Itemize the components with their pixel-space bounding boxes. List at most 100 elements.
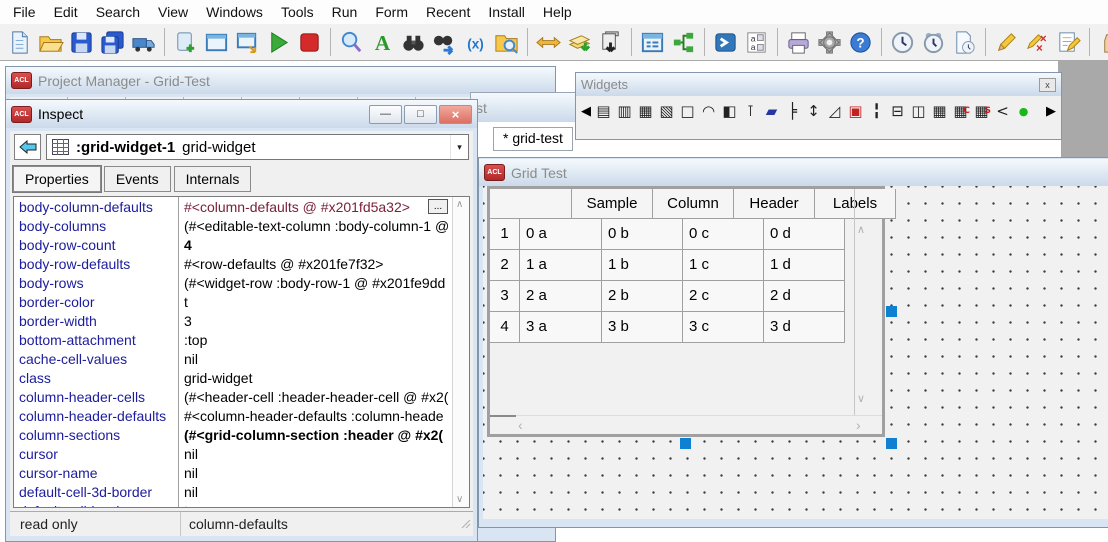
widgets-scroll-left-icon[interactable]: ◀ [580, 103, 592, 119]
grid-table-icon[interactable]: ▦ [930, 102, 949, 121]
grid-hscroll-thumb[interactable] [490, 415, 516, 417]
save-button[interactable] [67, 27, 96, 58]
grid-cell-labels[interactable]: 1 d [764, 250, 845, 281]
toggle-dot-icon[interactable]: ● [1014, 102, 1033, 121]
property-row[interactable]: bottom-attachment :top [14, 330, 469, 349]
grid-table-c-icon[interactable]: ▦C [951, 102, 970, 121]
property-row[interactable]: default-cell-borders t [14, 501, 469, 508]
console-button[interactable] [711, 27, 740, 58]
comparator-icon[interactable]: < [993, 102, 1012, 121]
new-form-button[interactable] [171, 27, 200, 58]
back-arrow-button[interactable] [14, 134, 41, 160]
menu-item[interactable]: Tools [272, 1, 323, 23]
menu-item[interactable]: Help [534, 1, 581, 23]
property-row[interactable]: cache-cell-values nil [14, 349, 469, 368]
menu-item[interactable]: Search [87, 1, 149, 23]
grid-cell-sample[interactable]: 0 a [520, 219, 602, 250]
grid-column-header[interactable]: Sample [572, 189, 653, 219]
find-next-button[interactable] [430, 27, 459, 58]
scroll-up-icon[interactable]: ∧ [456, 199, 463, 210]
property-row[interactable]: body-columns (#<editable-text-column :bo… [14, 216, 469, 235]
property-row[interactable]: cursor-name nil [14, 463, 469, 482]
dotted-columns-icon[interactable]: ╏ [867, 102, 886, 121]
clone-window-button[interactable] [233, 27, 262, 58]
load-file-button[interactable] [129, 27, 158, 58]
grid-row-number[interactable]: 1 [490, 219, 520, 250]
grid-row-number[interactable]: 4 [490, 312, 520, 343]
scroll-down-icon[interactable]: ∨ [456, 494, 463, 505]
find-button[interactable] [337, 27, 366, 58]
new-file-button[interactable] [5, 27, 34, 58]
angle-dial-icon[interactable]: ◿ [825, 102, 844, 121]
add-hand-button[interactable] [1096, 27, 1108, 58]
split-pane-icon[interactable]: ⊟ [888, 102, 907, 121]
edit-button[interactable] [992, 27, 1021, 58]
grid-column-header[interactable]: Column [653, 189, 734, 219]
grid-cell-column[interactable]: 1 b [602, 250, 683, 281]
outline-button[interactable] [638, 27, 667, 58]
curve-tool-icon[interactable]: ◠ [699, 102, 718, 121]
grid-table-s-icon[interactable]: ▦S [972, 102, 991, 121]
group-box-icon[interactable]: □ [678, 102, 697, 121]
property-scrollbar[interactable]: ∧ ∨ [452, 197, 469, 507]
combo-box-icon[interactable]: ◧ [720, 102, 739, 121]
selection-handle-bottom-right[interactable] [886, 438, 897, 449]
events-icon[interactable]: Events [104, 166, 171, 192]
run-button[interactable] [264, 27, 293, 58]
grid-scroll-down-icon[interactable]: ∨ [857, 392, 865, 405]
apropos-button[interactable]: aa [742, 27, 771, 58]
grid-row-number[interactable]: 3 [490, 281, 520, 312]
property-row[interactable]: body-row-count 4 [14, 235, 469, 254]
open-file-button[interactable] [36, 27, 65, 58]
resize-grip[interactable] [461, 519, 471, 529]
spin-control-icon[interactable]: ↕ [804, 102, 823, 121]
grid-column-header[interactable]: Labels [815, 189, 896, 219]
history-doc-button[interactable] [950, 27, 979, 58]
menu-item[interactable]: View [149, 1, 197, 23]
property-row[interactable]: column-sections (#<grid-column-section :… [14, 425, 469, 444]
print-button[interactable] [784, 27, 813, 58]
ellipsis-button[interactable]: ... [428, 199, 448, 214]
grid-cell-labels[interactable]: 3 d [764, 312, 845, 343]
search-folder-button[interactable] [492, 27, 521, 58]
export-button[interactable] [596, 27, 625, 58]
grid-scroll-right-icon[interactable]: › [856, 417, 861, 433]
selection-handle-right[interactable] [886, 306, 897, 317]
spell-a-button[interactable]: A [368, 27, 397, 58]
options-gear-button[interactable] [815, 27, 844, 58]
combo-dropdown-icon[interactable]: ▾ [450, 135, 468, 159]
multiline-list-icon[interactable]: ▤ [594, 102, 613, 121]
help-button[interactable]: ? [846, 27, 875, 58]
grid-cell-header[interactable]: 2 c [683, 281, 764, 312]
edit-doc-button[interactable] [1054, 27, 1083, 58]
minimize-button[interactable]: — [369, 105, 402, 124]
property-row[interactable]: body-rows (#<widget-row :body-row-1 @ #x… [14, 273, 469, 292]
swap-button[interactable] [534, 27, 563, 58]
property-row[interactable]: column-header-defaults #<column-header-d… [14, 406, 469, 425]
properties-icon[interactable]: Properties [13, 166, 101, 192]
grid-cell-header[interactable]: 1 c [683, 250, 764, 281]
menu-item[interactable]: Edit [45, 1, 87, 23]
class-browser-button[interactable] [669, 27, 698, 58]
close-button[interactable]: × [439, 105, 472, 124]
bar-gauge-icon[interactable]: ▰ [762, 102, 781, 121]
internals-icon[interactable]: Internals [174, 166, 252, 192]
dual-pane-icon[interactable]: ◫ [909, 102, 928, 121]
discard-edits-button[interactable]: ×× [1023, 27, 1052, 58]
property-row[interactable]: body-row-defaults #<row-defaults @ #x201… [14, 254, 469, 273]
widgets-close-button[interactable]: x [1039, 78, 1056, 92]
grid-row-number[interactable]: 2 [490, 250, 520, 281]
property-row[interactable]: column-header-cells (#<header-cell :head… [14, 387, 469, 406]
alarm-button[interactable] [919, 27, 948, 58]
property-row[interactable]: body-column-defaults #<column-defaults @… [14, 197, 469, 216]
grid-cell-header[interactable]: 0 c [683, 219, 764, 250]
property-row[interactable]: cursor nil [14, 444, 469, 463]
flag-pole-icon[interactable]: ⊺ [741, 102, 760, 121]
grid-scroll-up-icon[interactable]: ∧ [857, 223, 865, 236]
form-design-surface[interactable]: SampleColumnHeaderLabels 1 0 a 0 b 0 c 0… [483, 186, 1108, 519]
grid-cell-sample[interactable]: 2 a [520, 281, 602, 312]
restore-button[interactable]: □ [404, 105, 437, 124]
property-row[interactable]: default-cell-3d-border nil [14, 482, 469, 501]
stop-button[interactable] [295, 27, 324, 58]
grid-column-header[interactable]: Header [734, 189, 815, 219]
